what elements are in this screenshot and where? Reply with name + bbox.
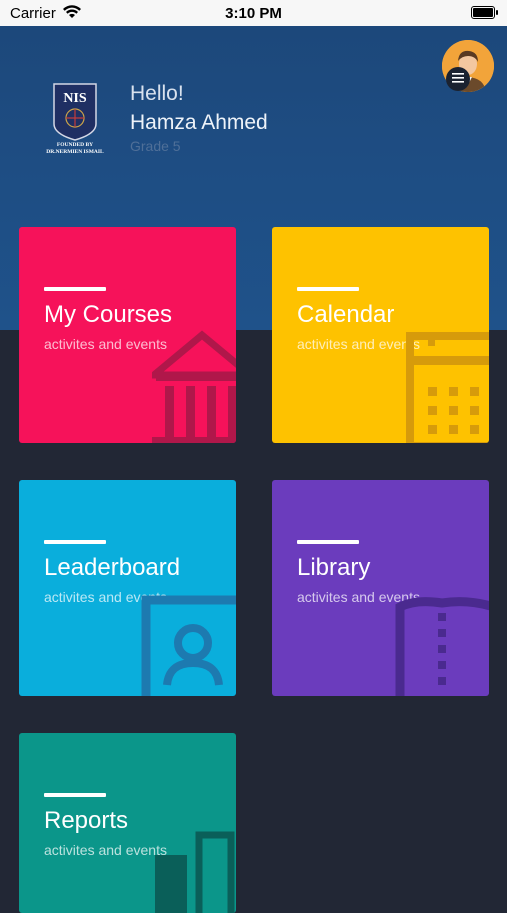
building-icon: [152, 330, 236, 443]
person-card-icon: [141, 595, 236, 696]
calendar-tile[interactable]: Calendar activites and events: [272, 227, 489, 443]
tile-accent-bar: [297, 287, 359, 291]
clock: 3:10 PM: [225, 5, 282, 22]
greeting-text: Hello!: [130, 82, 184, 105]
tile-subtitle: activites and events: [297, 336, 420, 352]
calendar-icon: [406, 332, 489, 443]
reports-tile[interactable]: Reports activites and events: [19, 733, 236, 913]
bar-chart-icon: [155, 831, 235, 913]
status-bar: Carrier 3:10 PM: [0, 0, 507, 26]
svg-text:NIS: NIS: [63, 91, 87, 106]
menu-button[interactable]: [446, 67, 470, 91]
svg-text:DR.NERMIEN ISMAIL: DR.NERMIEN ISMAIL: [46, 149, 104, 155]
my-courses-tile[interactable]: My Courses activites and events: [19, 227, 236, 443]
book-icon: [395, 597, 489, 696]
tile-title: Leaderboard: [44, 554, 181, 581]
tile-title: Reports: [44, 807, 129, 834]
battery-icon: [471, 6, 498, 19]
school-logo: NIS FOUNDED BY DR.NERMIEN ISMAIL: [40, 80, 110, 155]
tile-accent-bar: [44, 793, 106, 797]
grade-label: Grade 5: [130, 138, 181, 154]
library-tile[interactable]: Library activites and events: [272, 480, 489, 696]
leaderboard-tile[interactable]: Leaderboard activites and events: [19, 480, 236, 696]
tile-title: Calendar: [297, 301, 395, 328]
tile-subtitle: activites and events: [44, 336, 167, 352]
tile-accent-bar: [297, 540, 359, 544]
menu-icon: [452, 70, 464, 88]
tile-accent-bar: [44, 287, 106, 291]
tile-subtitle: activites and events: [44, 842, 167, 858]
tile-accent-bar: [44, 540, 106, 544]
tile-title: Library: [297, 554, 371, 581]
tile-title: My Courses: [44, 301, 173, 328]
svg-text:FOUNDED BY: FOUNDED BY: [57, 142, 93, 148]
user-name: Hamza Ahmed: [130, 111, 268, 134]
